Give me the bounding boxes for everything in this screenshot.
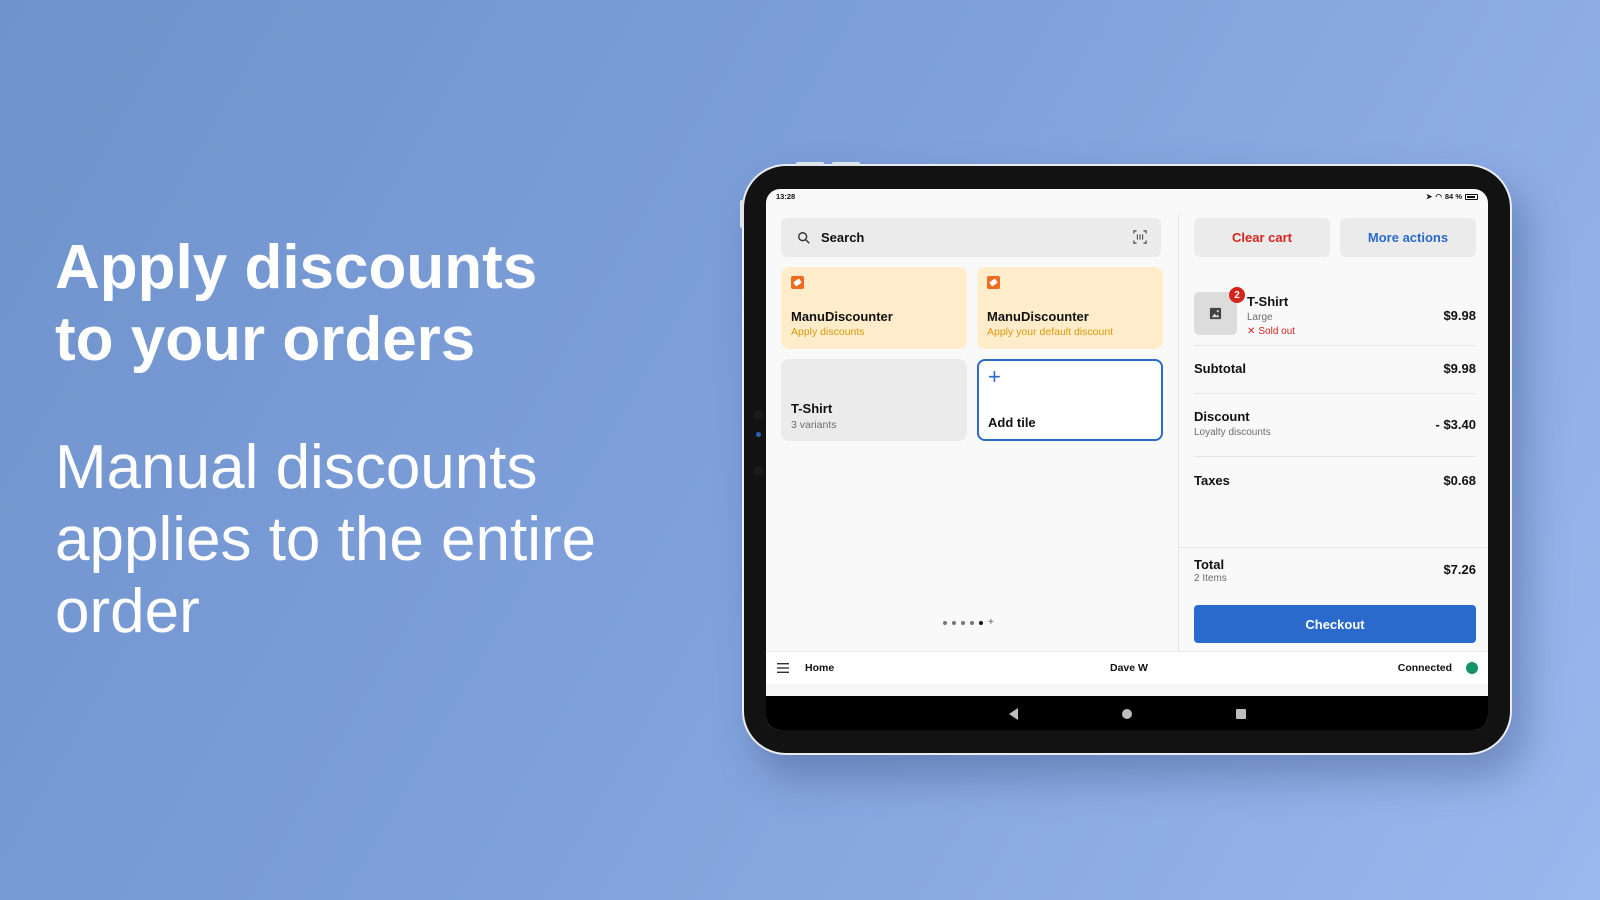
quantity-badge: 2 [1229,287,1245,303]
plus-icon: + [988,364,1001,389]
battery-icon [1465,193,1478,200]
taxes-value: $0.68 [1443,473,1476,488]
divider [1194,345,1476,346]
page-dot[interactable] [970,621,974,625]
tile-title: Add tile [988,415,1036,430]
subtotal-value: $9.98 [1443,361,1476,376]
tile-title: ManuDiscounter [987,309,1089,324]
connection-indicator [1466,662,1478,674]
search-placeholder: Search [821,230,865,245]
bottom-bar: Home Dave W Connected [766,651,1488,684]
stock-status: ✕ Sold out [1247,326,1295,337]
promo-headline: Apply discounts to your orders [55,232,537,376]
page-dot-active[interactable] [979,621,983,625]
battery-level: 84 % [1444,192,1462,201]
page-dot[interactable] [943,621,947,625]
total-value: $7.26 [1443,562,1476,577]
image-placeholder-icon [1209,307,1222,320]
discount-value: - $3.40 [1435,417,1476,432]
power-button [740,200,744,228]
tablet-device: 13:28 ➤ ◠ 84 % Search ManuDiscounter App… [740,162,1512,755]
pos-screen: 13:28 ➤ ◠ 84 % Search ManuDiscounter App… [766,189,1488,730]
subtotal-label: Subtotal [1194,361,1246,376]
tile-subtitle: Apply discounts [791,326,865,338]
more-actions-button[interactable]: More actions [1340,218,1476,257]
page-dot[interactable] [961,621,965,625]
tile-product-tshirt[interactable]: T-Shirt 3 variants [781,359,967,441]
taxes-label: Taxes [1194,473,1230,488]
headline-line-1: Apply discounts [55,233,538,302]
promo-subtext: Manual discounts applies to the entire o… [55,433,597,646]
discount-tag-icon [791,276,804,289]
tile-subtitle: 3 variants [791,419,837,431]
sensor [754,410,763,419]
volume-button [832,162,860,166]
cart-line-item[interactable]: 2 T-Shirt Large ✕ Sold out $9.98 [1194,282,1476,344]
wifi-icon: ◠ [1435,192,1442,201]
total-label: Total [1194,557,1225,572]
panel-divider [1178,214,1179,664]
system-nav-bar [766,696,1488,730]
connection-status: Connected [1397,662,1452,674]
add-page-icon[interactable]: + [988,618,994,628]
sensor [754,466,763,475]
spacer [766,684,1488,696]
search-icon [798,231,810,244]
status-bar: 13:28 ➤ ◠ 84 % [766,189,1488,205]
location-icon: ➤ [1426,192,1433,201]
discount-sub: Loyalty discounts [1194,427,1271,438]
line-item-name: T-Shirt [1247,294,1289,309]
stock-status-label: Sold out [1258,326,1296,337]
divider [1194,456,1476,457]
line-item-variant: Large [1247,312,1273,323]
close-icon: ✕ [1247,326,1256,337]
discount-label[interactable]: Discount [1194,409,1250,424]
home-link[interactable]: Home [805,662,834,674]
camera-icon [756,432,761,437]
back-icon[interactable] [1009,708,1018,720]
discount-tag-icon [987,276,1000,289]
add-tile-button[interactable]: + Add tile [977,359,1163,441]
tile-subtitle: Apply your default discount [987,326,1114,338]
tile-title: T-Shirt [791,401,833,416]
page-indicator[interactable]: + [943,618,994,628]
divider [1194,393,1476,394]
volume-button [796,162,824,166]
status-time: 13:28 [776,192,796,201]
headline-line-2: to your orders [55,305,476,374]
line-item-price: $9.98 [1443,308,1476,323]
total-divider [1178,547,1488,548]
clear-cart-button[interactable]: Clear cart [1194,218,1330,257]
barcode-scan-icon[interactable] [1133,230,1147,244]
search-input[interactable]: Search [781,218,1161,257]
checkout-button[interactable]: Checkout [1194,605,1476,643]
tile-discount-apply[interactable]: ManuDiscounter Apply discounts [781,267,967,349]
total-items: 2 Items [1194,573,1227,584]
status-icons: ➤ ◠ 84 % [1426,192,1478,201]
recent-apps-icon[interactable] [1236,709,1246,719]
tile-discount-default[interactable]: ManuDiscounter Apply your default discou… [977,267,1163,349]
current-user[interactable]: Dave W [1110,662,1148,674]
home-icon[interactable] [1122,709,1132,719]
page-dot[interactable] [952,621,956,625]
menu-icon[interactable] [777,663,789,673]
tile-title: ManuDiscounter [791,309,893,324]
